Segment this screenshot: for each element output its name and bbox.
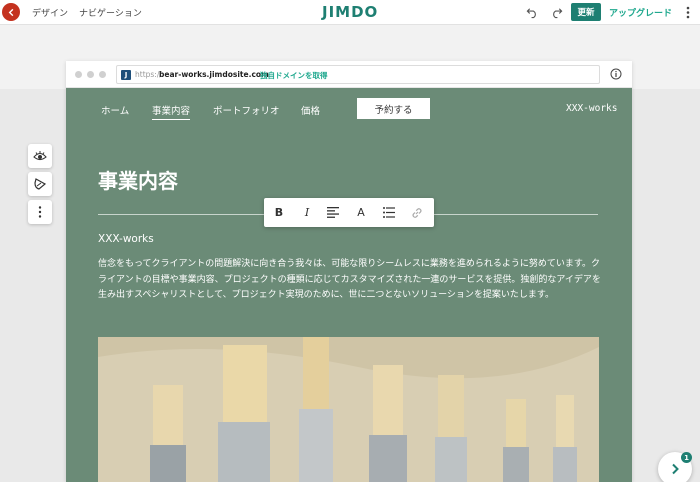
notification-badge: 1 [681,452,692,463]
paint-drop-icon [34,178,47,190]
navigation-link[interactable]: ナビゲーション [79,6,142,19]
url-prefix: https:// [135,70,162,79]
italic-button[interactable]: I [300,205,314,220]
link-icon [412,207,422,218]
site-brand[interactable]: XXX-works [566,103,617,114]
preview-tool[interactable] [28,144,52,168]
site-content: ホーム 事業内容 ポートフォリオ 価格 予約する XXX-works 事業内容 … [66,88,632,482]
font-size-button[interactable]: A [354,205,368,220]
window-dot [87,71,94,78]
more-tools[interactable] [28,200,52,224]
align-button[interactable] [326,205,340,220]
site-nav-pricing[interactable]: 価格 [301,103,320,117]
more-vertical-icon [38,206,42,218]
section-title[interactable]: XXX-works [98,233,154,245]
url-host: bear-works.jimdosite.com [159,70,269,79]
bold-button[interactable]: B [272,205,286,220]
top-bar: デザイン ナビゲーション JIMDO 更新 アップグレード [0,0,700,25]
jimdo-logo: JIMDO [322,3,379,21]
chevron-left-icon [8,8,13,16]
update-button[interactable]: 更新 [571,3,601,21]
site-preview-window: J https:// bear-works.jimdosite.com 独自ドメ… [66,61,632,482]
style-tool[interactable] [28,172,52,196]
site-nav-services[interactable]: 事業内容 [152,103,191,120]
list-button[interactable] [382,205,396,220]
window-dot [75,71,82,78]
text-format-toolbar: B I A [264,198,434,227]
redo-icon[interactable] [550,6,563,19]
paintbrush-photo [98,337,599,482]
get-domain-link[interactable]: 独自ドメインを取得 [260,70,328,81]
hero-image-paintbrushes[interactable] [98,337,599,482]
back-button[interactable] [2,3,20,21]
bullet-list-icon [383,207,395,218]
design-link[interactable]: デザイン [32,6,68,19]
url-bar[interactable]: J https:// bear-works.jimdosite.com 独自ドメ… [116,65,600,84]
site-favicon-icon: J [121,70,131,80]
more-vertical-icon[interactable] [683,5,693,20]
upgrade-link[interactable]: アップグレード [609,6,672,19]
window-dot [99,71,106,78]
site-nav-home[interactable]: ホーム [101,103,129,117]
eye-icon [33,151,47,161]
info-icon[interactable] [610,68,622,80]
align-left-icon [327,207,339,218]
body-text[interactable]: 信念をもってクライアントの問題解決に向き合う我々は、可能な限りシームレスに業務を… [98,257,601,304]
site-nav-portfolio[interactable]: ポートフォリオ [213,103,280,117]
browser-chrome: J https:// bear-works.jimdosite.com 独自ドメ… [66,61,632,88]
undo-icon[interactable] [526,6,539,19]
link-button[interactable] [410,205,424,220]
page-heading[interactable]: 事業内容 [98,165,178,194]
reserve-button[interactable]: 予約する [357,98,430,119]
chevron-right-icon [672,463,679,475]
